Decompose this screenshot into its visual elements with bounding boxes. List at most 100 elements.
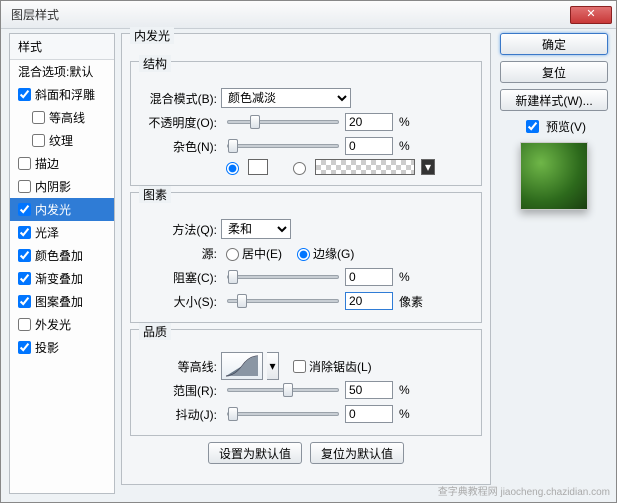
- size-label: 大小(S):: [139, 293, 221, 310]
- noise-unit: %: [399, 139, 410, 153]
- panel-title: 内发光: [130, 27, 174, 44]
- reset-default-button[interactable]: 复位为默认值: [310, 442, 404, 464]
- preview-thumbnail: [520, 142, 588, 210]
- style-item-6[interactable]: 光泽: [10, 221, 114, 244]
- color-radio[interactable]: [226, 162, 239, 175]
- jitter-slider[interactable]: [227, 412, 339, 416]
- style-item-1[interactable]: 等高线: [10, 106, 114, 129]
- style-item-checkbox[interactable]: [18, 88, 31, 101]
- right-panel: 确定 复位 新建样式(W)... 预览(V): [500, 33, 608, 210]
- blend-mode-label: 混合模式(B):: [139, 90, 221, 107]
- style-item-checkbox[interactable]: [18, 318, 31, 331]
- style-item-10[interactable]: 外发光: [10, 313, 114, 336]
- source-edge-radio[interactable]: [297, 248, 310, 261]
- source-center-label: 居中(E): [242, 245, 282, 262]
- style-item-4[interactable]: 内阴影: [10, 175, 114, 198]
- preview-checkbox[interactable]: [526, 120, 539, 133]
- style-item-label: 图案叠加: [35, 293, 83, 310]
- structure-group: 结构 混合模式(B): 颜色减淡 不透明度(O): % 杂色(: [130, 61, 482, 186]
- opacity-slider[interactable]: [227, 120, 339, 124]
- size-input[interactable]: [345, 292, 393, 310]
- style-item-5[interactable]: 内发光: [10, 198, 114, 221]
- window-title: 图层样式: [11, 6, 570, 23]
- technique-label: 方法(Q):: [139, 221, 221, 238]
- range-slider[interactable]: [227, 388, 339, 392]
- styles-header[interactable]: 样式: [10, 34, 114, 60]
- style-item-2[interactable]: 纹理: [10, 129, 114, 152]
- blend-options-row[interactable]: 混合选项:默认: [10, 60, 114, 83]
- range-input[interactable]: [345, 381, 393, 399]
- style-item-checkbox[interactable]: [18, 157, 31, 170]
- jitter-unit: %: [399, 407, 410, 421]
- blend-mode-select[interactable]: 颜色减淡: [221, 88, 351, 108]
- choke-unit: %: [399, 270, 410, 284]
- contour-dropdown[interactable]: ▾: [267, 352, 279, 380]
- size-unit: 像素: [399, 293, 423, 310]
- gradient-swatch[interactable]: [315, 159, 415, 175]
- antialias-label: 消除锯齿(L): [309, 358, 372, 375]
- style-item-label: 光泽: [35, 224, 59, 241]
- style-item-checkbox[interactable]: [32, 111, 45, 124]
- choke-slider[interactable]: [227, 275, 339, 279]
- style-item-label: 描边: [35, 155, 59, 172]
- style-item-checkbox[interactable]: [18, 180, 31, 193]
- style-item-0[interactable]: 斜面和浮雕: [10, 83, 114, 106]
- source-edge-label: 边缘(G): [313, 245, 354, 262]
- antialias-checkbox[interactable]: [293, 360, 306, 373]
- style-item-label: 渐变叠加: [35, 270, 83, 287]
- structure-legend: 结构: [139, 55, 171, 72]
- size-slider[interactable]: [227, 299, 339, 303]
- jitter-input[interactable]: [345, 405, 393, 423]
- style-item-checkbox[interactable]: [18, 226, 31, 239]
- close-button[interactable]: ✕: [570, 6, 612, 24]
- opacity-label: 不透明度(O):: [139, 114, 221, 131]
- quality-group: 品质 等高线: ▾ 消除锯齿(L) 范围(R):: [130, 329, 482, 436]
- style-item-9[interactable]: 图案叠加: [10, 290, 114, 313]
- range-label: 范围(R):: [139, 382, 221, 399]
- style-item-label: 颜色叠加: [35, 247, 83, 264]
- quality-legend: 品质: [139, 323, 171, 340]
- style-item-checkbox[interactable]: [18, 203, 31, 216]
- style-item-label: 内阴影: [35, 178, 71, 195]
- elements-group: 图素 方法(Q): 柔和 源: 居中(E) 边缘(G): [130, 192, 482, 323]
- style-item-checkbox[interactable]: [18, 249, 31, 262]
- make-default-button[interactable]: 设置为默认值: [208, 442, 302, 464]
- style-item-label: 纹理: [49, 132, 73, 149]
- style-item-checkbox[interactable]: [18, 272, 31, 285]
- style-item-3[interactable]: 描边: [10, 152, 114, 175]
- opacity-unit: %: [399, 115, 410, 129]
- color-swatch[interactable]: [248, 159, 268, 175]
- gradient-dropdown[interactable]: ▾: [421, 159, 435, 175]
- titlebar: 图层样式 ✕: [1, 1, 616, 29]
- choke-label: 阻塞(C):: [139, 269, 221, 286]
- choke-input[interactable]: [345, 268, 393, 286]
- gradient-radio[interactable]: [293, 162, 306, 175]
- layer-style-dialog: 图层样式 ✕ 样式 混合选项:默认 斜面和浮雕等高线纹理描边内阴影内发光光泽颜色…: [0, 0, 617, 503]
- style-item-label: 等高线: [49, 109, 85, 126]
- noise-slider[interactable]: [227, 144, 339, 148]
- noise-input[interactable]: [345, 137, 393, 155]
- main-group: 内发光 结构 混合模式(B): 颜色减淡 不透明度(O): %: [121, 33, 491, 485]
- technique-select[interactable]: 柔和: [221, 219, 291, 239]
- style-item-checkbox[interactable]: [18, 341, 31, 354]
- style-item-11[interactable]: 投影: [10, 336, 114, 359]
- style-item-checkbox[interactable]: [18, 295, 31, 308]
- style-item-checkbox[interactable]: [32, 134, 45, 147]
- contour-picker[interactable]: [221, 352, 263, 380]
- jitter-label: 抖动(J):: [139, 406, 221, 423]
- ok-button[interactable]: 确定: [500, 33, 608, 55]
- new-style-button[interactable]: 新建样式(W)...: [500, 89, 608, 111]
- style-item-label: 投影: [35, 339, 59, 356]
- noise-label: 杂色(N):: [139, 138, 221, 155]
- style-item-8[interactable]: 渐变叠加: [10, 267, 114, 290]
- source-label: 源:: [139, 245, 221, 262]
- styles-list: 样式 混合选项:默认 斜面和浮雕等高线纹理描边内阴影内发光光泽颜色叠加渐变叠加图…: [9, 33, 115, 494]
- source-center-radio[interactable]: [226, 248, 239, 261]
- style-item-label: 外发光: [35, 316, 71, 333]
- opacity-input[interactable]: [345, 113, 393, 131]
- elements-legend: 图素: [139, 186, 171, 203]
- cancel-button[interactable]: 复位: [500, 61, 608, 83]
- style-item-label: 内发光: [35, 201, 71, 218]
- style-item-7[interactable]: 颜色叠加: [10, 244, 114, 267]
- range-unit: %: [399, 383, 410, 397]
